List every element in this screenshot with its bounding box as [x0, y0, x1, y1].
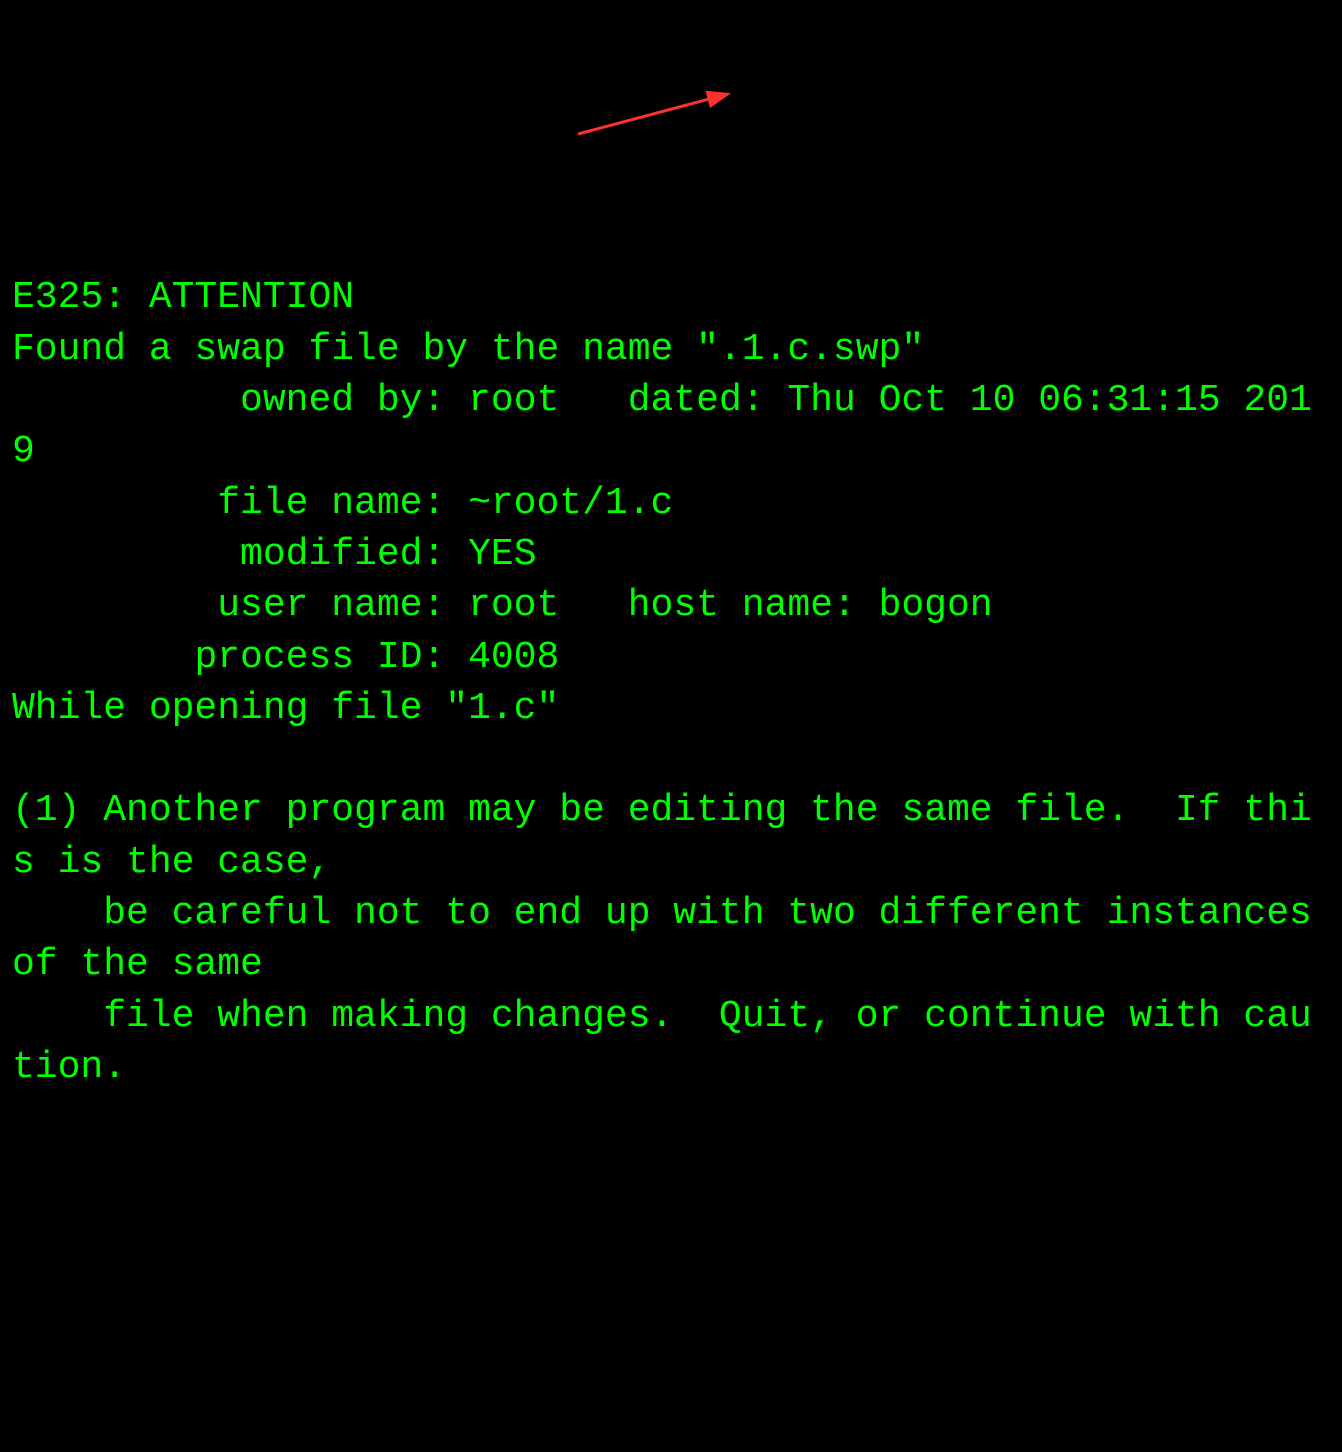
owned-by-value: root — [468, 379, 559, 422]
file-name-label: file name: — [12, 482, 468, 525]
modified-label: modified: — [12, 533, 468, 576]
user-name-value: root — [468, 584, 559, 627]
host-name-label: host name: — [559, 584, 878, 627]
reason-1-line-1: (1) Another program may be editing the s… — [12, 789, 1312, 883]
arrow-annotation-icon — [568, 88, 748, 138]
reason-1-line-2: be careful not to end up with two differ… — [12, 892, 1335, 986]
reason-1-line-3: file when making changes. Quit, or conti… — [12, 995, 1312, 1089]
file-name-value: ~root/1.c — [468, 482, 673, 525]
host-name-value: bogon — [879, 584, 993, 627]
process-id-value: 4008 — [468, 636, 559, 679]
while-opening-line: While opening file "1.c" — [12, 687, 559, 730]
vim-terminal-output: E325: ATTENTION Found a swap file by the… — [12, 221, 1330, 1093]
swap-found-line: Found a swap file by the name ".1.c.swp" — [12, 328, 924, 371]
owned-by-label: owned by: — [12, 379, 468, 422]
dated-label: dated: — [559, 379, 787, 422]
modified-value: YES — [468, 533, 536, 576]
user-name-label: user name: — [12, 584, 468, 627]
process-id-label: process ID: — [12, 636, 468, 679]
warning-header: E325: ATTENTION — [12, 276, 354, 319]
